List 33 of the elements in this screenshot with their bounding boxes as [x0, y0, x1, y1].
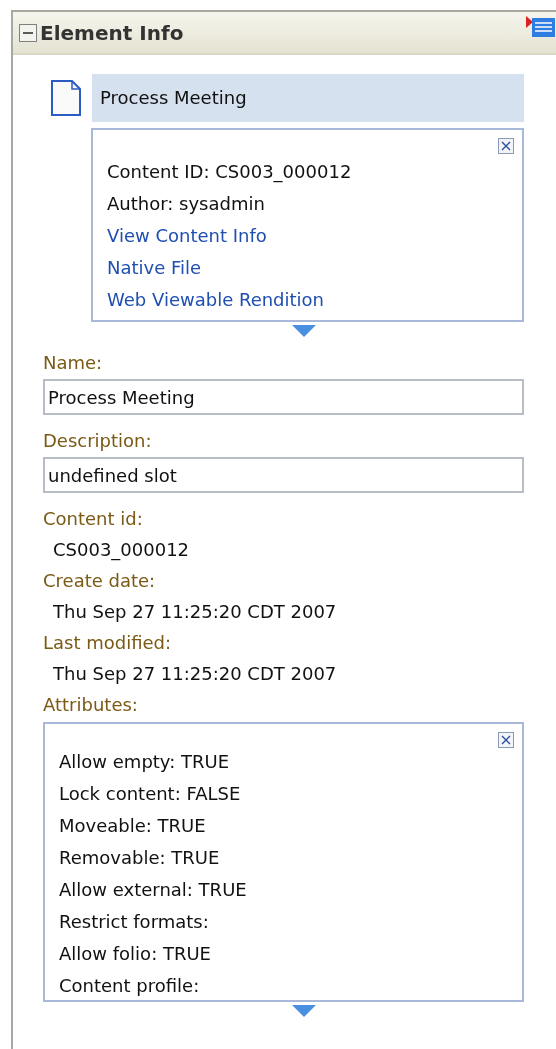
attribute-text: Restrict formats:: [59, 910, 210, 934]
info-text: Author: sysadmin: [107, 192, 266, 216]
attribute-text: Content profile:: [59, 974, 201, 998]
property-label: Content id:: [43, 507, 144, 531]
attribute-text: Removable: TRUE: [59, 846, 221, 870]
property-value: CS003_000012: [52, 538, 191, 563]
property-label: Create date:: [43, 569, 157, 593]
field-label: Name:: [43, 351, 104, 375]
property-value: Thu Sep 27 11:25:20 CDT 2007: [52, 600, 338, 624]
attribute-text: Allow folio: TRUE: [59, 942, 212, 966]
document-icon: [50, 79, 82, 117]
info-link[interactable]: Native File: [107, 252, 506, 284]
attribute-text: Lock content: FALSE: [59, 782, 242, 806]
property-value: Thu Sep 27 11:25:20 CDT 2007: [52, 662, 338, 686]
property-label: Last modified:: [43, 631, 173, 655]
list-menu-icon[interactable]: [526, 14, 556, 38]
collapse-toggle-icon[interactable]: [19, 23, 37, 42]
attributes-label: Attributes:: [43, 693, 139, 717]
input-field[interactable]: undefined slot: [43, 457, 524, 493]
attribute-text: Allow empty: TRUE: [59, 750, 231, 774]
attribute-text: Moveable: TRUE: [59, 814, 207, 838]
close-icon[interactable]: [498, 138, 514, 154]
info-text: Content ID: CS003_000012: [107, 160, 353, 185]
item-title: Process Meeting: [92, 74, 524, 122]
field-label: Description:: [43, 429, 153, 453]
expand-arrow-icon[interactable]: [291, 1005, 316, 1017]
info-link[interactable]: View Content Info: [107, 220, 506, 252]
panel-title: Element Info: [40, 20, 184, 45]
input-field[interactable]: Process Meeting: [43, 379, 524, 415]
expand-arrow-icon[interactable]: [291, 325, 316, 337]
close-icon[interactable]: [498, 732, 514, 748]
info-link[interactable]: Web Viewable Rendition: [107, 284, 506, 316]
attribute-text: Allow external: TRUE: [59, 878, 248, 902]
